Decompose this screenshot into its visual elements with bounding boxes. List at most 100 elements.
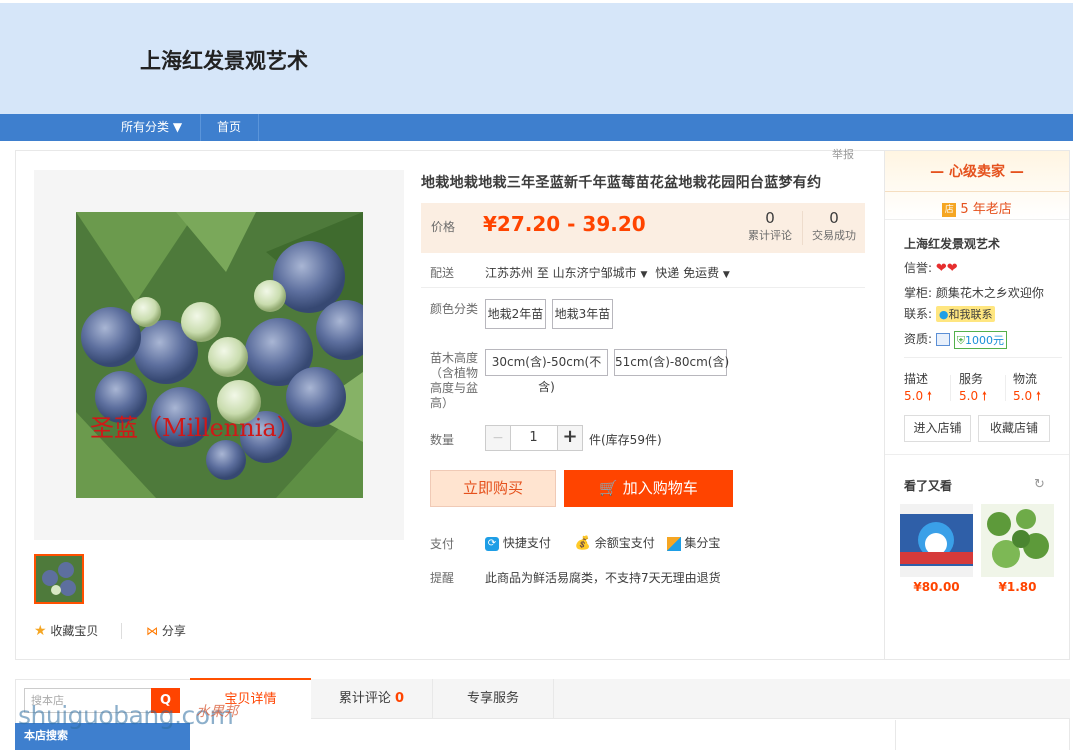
favorite-item-link[interactable]: ★ 收藏宝贝 — [34, 622, 98, 639]
refresh-icon[interactable]: ↻ — [1034, 477, 1045, 492]
color-label: 颜色分类 — [430, 302, 479, 316]
watermark-cn: 水果邦 — [196, 704, 238, 720]
rating-label: 服务 — [959, 372, 984, 386]
also-viewed-price: ¥80.00 — [913, 580, 960, 594]
product-image[interactable] — [76, 212, 363, 498]
image-caption: 圣蓝（Millennia） — [90, 414, 301, 442]
price-box: 价格 ¥27.20 - 39.20 0 累计评论 0 交易成功 — [421, 203, 865, 253]
shop-nav: 所有分类 ▼ 首页 — [0, 114, 1073, 141]
delivery-destination[interactable]: 山东济宁邹城市 — [553, 266, 637, 280]
sales-count: 0 — [829, 209, 839, 227]
product-title: 地栽地栽地栽三年圣蓝新千年蓝莓苗花盆地栽花园阳台蓝梦有约 — [421, 175, 822, 191]
rating-logistics: 物流 5.0 🠕 — [1013, 370, 1063, 408]
nav-all-categories[interactable]: 所有分类 ▼ — [121, 114, 182, 141]
also-viewed-image — [981, 504, 1054, 577]
thumbnail-selected[interactable] — [34, 554, 84, 604]
id-card-icon[interactable] — [935, 333, 950, 346]
divider — [885, 454, 1069, 455]
nav-divider — [200, 114, 201, 141]
quantity-decrease-button[interactable]: − — [485, 425, 511, 451]
seller-panel: — 心级卖家 — 店 5 年老店 上海红发景观艺术 信誉: ❤❤ 掌柜: 颜集花… — [884, 151, 1069, 659]
deposit-badge[interactable]: ⛨1000元 — [953, 330, 1007, 349]
sku-height-option[interactable]: 51cm(含)-80cm(含) — [614, 349, 729, 376]
shop-title[interactable]: 上海红发景观艺术 — [140, 45, 308, 75]
divider — [904, 357, 1062, 358]
contact-button-label: 和我联系 — [948, 308, 993, 321]
tab-reviews[interactable]: 累计评论 0 — [311, 679, 433, 719]
reminder-label: 提醒 — [430, 571, 455, 585]
also-viewed-item[interactable] — [981, 504, 1054, 577]
divider — [885, 219, 1069, 220]
rating-value: 5.0 — [959, 389, 979, 403]
nav-home[interactable]: 首页 — [217, 114, 241, 141]
share-icon: ⋈ — [146, 624, 158, 638]
seller-credit: 信誉: ❤❤ — [904, 259, 958, 276]
quantity-label: 数量 — [430, 433, 455, 447]
seller-level: — 心级卖家 — — [930, 164, 1024, 180]
rating-value: 5.0 — [904, 389, 924, 403]
delivery-from: 江苏苏州 至 — [485, 266, 549, 280]
divider — [895, 720, 896, 750]
seller-contact: 联系: ●和我联系 — [904, 305, 996, 322]
add-to-cart-button[interactable]: 🛒 加入购物车 — [564, 470, 733, 507]
shop-banner: 上海红发景观艺术 — [0, 3, 1073, 114]
delivery-method[interactable]: 快递 免运费 — [655, 266, 719, 280]
chevron-down-icon[interactable]: ▼ — [641, 270, 648, 280]
also-viewed-item[interactable] — [900, 504, 973, 577]
moneybag-icon: 💰 — [574, 536, 591, 551]
product-image-area: 圣蓝（Millennia） — [34, 170, 404, 540]
heart-icon: ❤❤ — [935, 261, 958, 276]
rating-value: 5.0 — [1013, 389, 1033, 403]
buy-now-button[interactable]: 立即购买 — [430, 470, 556, 507]
report-link[interactable]: 举报 — [832, 146, 854, 162]
also-viewed-title: 看了又看 — [904, 479, 953, 493]
shop-age: 店 5 年老店 — [885, 198, 1069, 217]
seller-name[interactable]: 上海红发景观艺术 — [904, 235, 1000, 252]
reminder-text: 此商品为鲜活易腐类，不支持7天无理由退货 — [485, 571, 721, 585]
qualification-label: 资质: — [904, 332, 933, 346]
tab-services[interactable]: 专享服务 — [433, 679, 554, 719]
chevron-down-icon[interactable]: ▼ — [723, 270, 730, 280]
shield-icon: ⛨ — [956, 333, 965, 347]
tab-reviews-count: 0 — [395, 691, 405, 706]
arrow-up-icon: 🠕 — [981, 389, 988, 403]
reviews-label[interactable]: 累计评论 — [739, 227, 801, 243]
payment-label: 支付 — [430, 537, 455, 551]
arrow-up-icon: 🠕 — [1035, 389, 1042, 403]
keeper-label: 掌柜: — [904, 286, 933, 300]
delivery-label: 配送 — [430, 266, 455, 280]
rating-value-wrap: 5.0 🠕 — [904, 387, 954, 408]
nav-divider — [258, 114, 259, 141]
rating-value-wrap: 5.0 🠕 — [959, 387, 1009, 408]
quantity-increase-button[interactable]: + — [557, 425, 583, 451]
tab-reviews-label: 累计评论 — [338, 691, 391, 706]
price-value: ¥27.20 - 39.20 — [483, 212, 646, 236]
price-label: 价格 — [431, 220, 456, 234]
sales-label: 交易成功 — [812, 229, 856, 242]
thumbnail-image — [42, 562, 76, 596]
star-icon: ★ — [34, 623, 47, 639]
rating-service: 服务 5.0 🠕 — [959, 370, 1009, 408]
quantity-input[interactable]: 1 — [510, 425, 557, 451]
favorite-shop-button[interactable]: 收藏店铺 — [978, 415, 1050, 442]
seller-qualification: 资质: ⛨1000元 — [904, 330, 1007, 349]
share-label: 分享 — [161, 624, 186, 638]
rating-label: 物流 — [1013, 372, 1038, 386]
jifenbao-icon — [666, 536, 681, 551]
rating-value-wrap: 5.0 🠕 — [1013, 387, 1063, 408]
sku-color-option[interactable]: 地栽3年苗 — [552, 299, 613, 329]
shop-age-text: 5 年老店 — [960, 202, 1012, 217]
quickpay-icon: ⟳ — [485, 536, 499, 551]
divider — [421, 287, 865, 288]
sku-height-option[interactable]: 30cm(含)-50cm(不含) — [485, 349, 608, 394]
enter-shop-button[interactable]: 进入店铺 — [904, 415, 971, 442]
cart-icon: 🛒 — [599, 479, 618, 497]
contact-button[interactable]: ●和我联系 — [935, 306, 996, 322]
sku-color-option[interactable]: 地栽2年苗 — [485, 299, 546, 329]
divider — [1005, 375, 1006, 401]
keeper-name[interactable]: 颜集花木之乡欢迎你 — [936, 286, 1044, 300]
divider — [950, 375, 951, 401]
divider — [885, 191, 1069, 192]
share-link[interactable]: ⋈ 分享 — [146, 622, 186, 639]
favorite-label: 收藏宝贝 — [50, 624, 99, 638]
